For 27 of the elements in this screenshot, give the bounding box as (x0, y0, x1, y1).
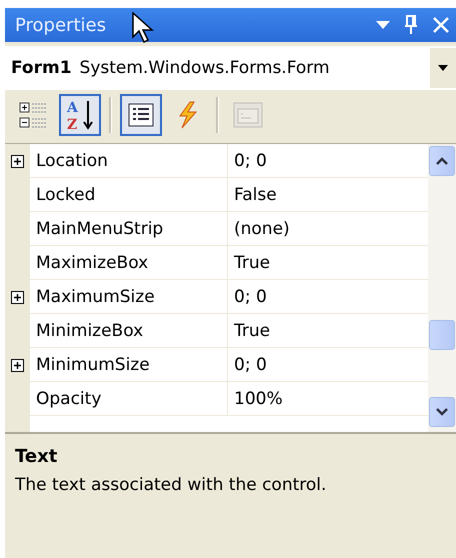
window-title: Properties (15, 14, 106, 36)
close-icon[interactable] (432, 16, 450, 34)
object-name: Form1 (11, 58, 72, 78)
description-text: The text associated with the control. (15, 475, 328, 495)
property-name[interactable]: MainMenuStrip (30, 212, 228, 246)
property-name[interactable]: MinimumSize (30, 348, 228, 382)
pin-icon[interactable] (404, 15, 418, 35)
scrollbar[interactable] (428, 144, 456, 432)
property-name[interactable]: Locked (30, 178, 228, 212)
property-name[interactable]: Location (30, 144, 228, 178)
list-icon (128, 103, 154, 127)
property-name[interactable]: MinimizeBox (30, 314, 228, 348)
expand-icon[interactable] (11, 290, 24, 304)
property-name[interactable]: Opacity (30, 382, 228, 416)
mouse-pointer-icon (132, 12, 154, 44)
property-name[interactable]: MaximumSize (30, 280, 228, 314)
dropdown-icon[interactable] (438, 65, 448, 71)
expand-icon[interactable] (11, 358, 24, 372)
expand-icon[interactable] (11, 154, 24, 168)
object-type: System.Windows.Forms.Form (80, 58, 331, 78)
property-name[interactable]: MaximizeBox (30, 246, 228, 280)
description-title: Text (15, 446, 58, 467)
scrollbar-thumb[interactable] (429, 320, 455, 350)
pages-icon (233, 102, 263, 128)
lightning-icon (176, 101, 198, 129)
toolbar-button[interactable] (120, 94, 162, 136)
object-selector[interactable]: Form1 System.Windows.Forms.Form (5, 46, 456, 90)
